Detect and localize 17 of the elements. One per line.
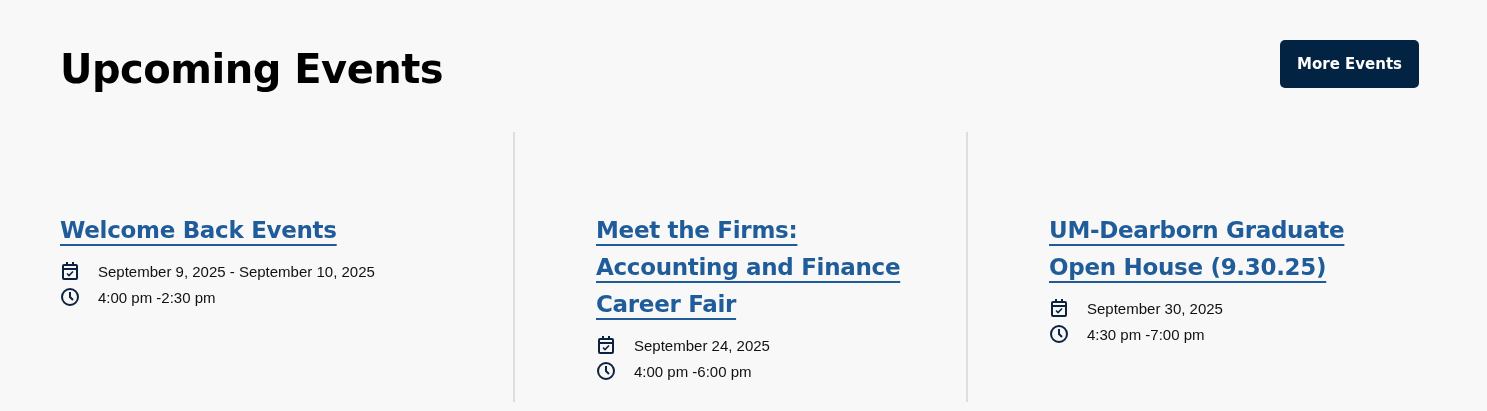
event-date: September 9, 2025 - September 10, 2025 [98,262,375,280]
event-title-link[interactable]: UM-Dearborn Graduate Open House (9.30.25) [1049,212,1399,286]
event-title-link[interactable]: Meet the Firms: Accounting and Finance Career Fair [596,212,946,323]
calendar-icon [1049,298,1069,318]
section-heading: Upcoming Events [60,46,444,92]
calendar-icon [596,335,616,355]
event-time: 4:00 pm -6:00 pm [634,362,752,380]
event-time: 4:00 pm -2:30 pm [98,288,216,306]
calendar-icon [60,261,80,281]
event-date: September 24, 2025 [634,336,770,354]
more-events-button[interactable]: More Events [1280,40,1419,88]
event-date: September 30, 2025 [1087,299,1223,317]
event-title-link[interactable]: Welcome Back Events [60,212,337,249]
clock-icon [596,361,616,381]
clock-icon [60,287,80,307]
event-time: 4:30 pm -7:00 pm [1087,325,1205,343]
clock-icon [1049,324,1069,344]
